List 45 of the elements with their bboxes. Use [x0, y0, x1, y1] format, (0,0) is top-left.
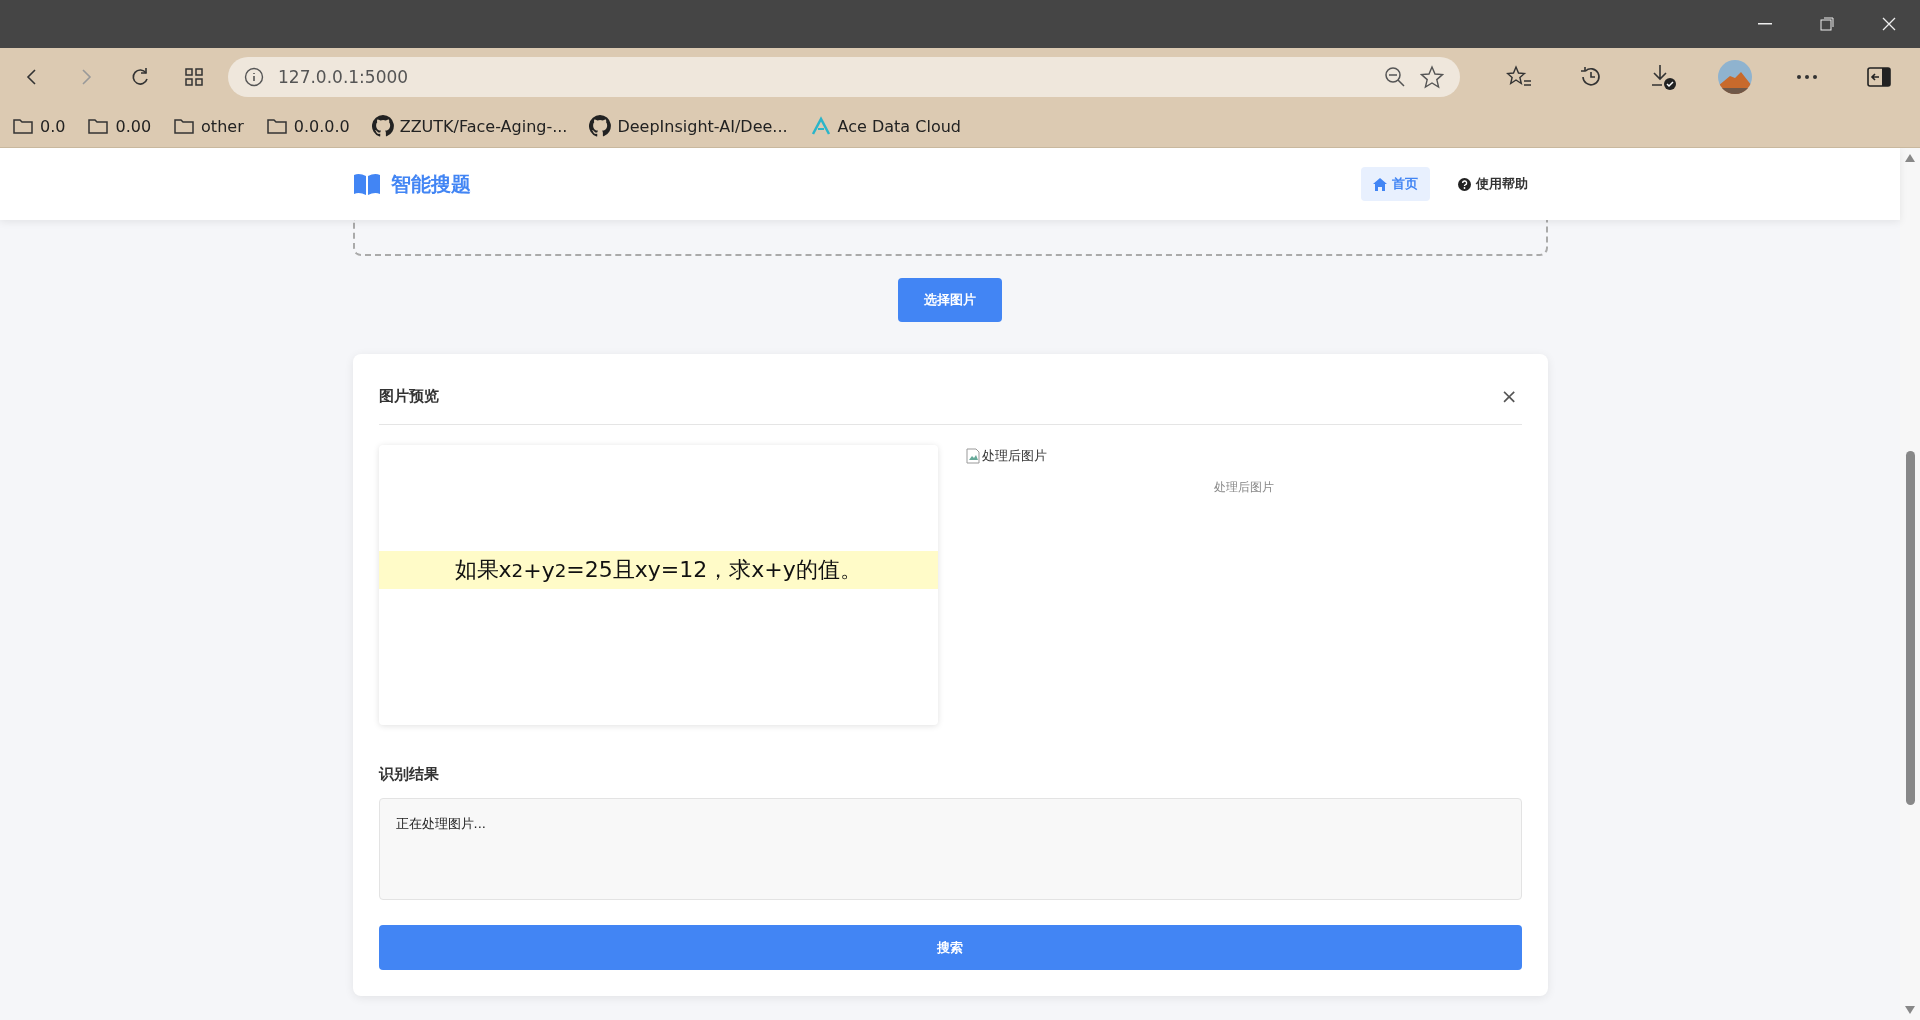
bookmark[interactable]: DeepInsight-AI/Dee... [589, 115, 788, 137]
scroll-up-icon[interactable] [1905, 154, 1915, 162]
bookmark[interactable]: 0.0.0.0 [265, 116, 350, 136]
more-icon[interactable] [1796, 73, 1818, 80]
info-icon[interactable] [244, 66, 264, 87]
section-title: 识别结果 [378, 765, 440, 784]
folder-icon [12, 116, 34, 136]
bookmark[interactable]: ZZUTK/Face-Aging-... [371, 115, 568, 137]
book-icon [352, 173, 381, 195]
restore-icon[interactable] [1820, 17, 1834, 31]
folder-icon [87, 116, 110, 136]
broken-image-icon [965, 448, 980, 464]
folder-icon [265, 116, 288, 136]
card-title: 图片预览 [378, 386, 439, 406]
help-icon [1457, 177, 1471, 191]
github-icon [371, 115, 394, 137]
scroll-down-icon[interactable] [1905, 1006, 1915, 1014]
apps-icon[interactable] [185, 67, 203, 86]
star-icon[interactable] [1420, 64, 1444, 89]
scroll-thumb[interactable] [1906, 451, 1915, 805]
refresh-icon[interactable] [130, 66, 150, 87]
folder-icon [173, 116, 196, 136]
bookmark[interactable]: Ace Data Cloud [809, 116, 961, 136]
close-icon[interactable] [1882, 17, 1896, 31]
logo-icon [809, 116, 832, 136]
home-icon [1372, 177, 1387, 191]
bookmark[interactable]: 0.0 [12, 116, 66, 136]
sidebar-icon[interactable] [1867, 66, 1891, 87]
nav-link[interactable]: 使用帮助 [1445, 167, 1540, 201]
url-text: 127.0.0.1:5000 [278, 66, 410, 87]
downloads-icon[interactable] [1649, 62, 1677, 91]
search-button[interactable]: 搜索 [378, 925, 1522, 970]
bookmark[interactable]: other [173, 116, 244, 136]
github-icon [589, 115, 612, 137]
favorites-icon[interactable] [1506, 64, 1532, 89]
image-caption: 处理后图片 [1213, 479, 1274, 496]
result-box[interactable]: 正在处理图片... [378, 798, 1522, 900]
address-bar[interactable]: 127.0.0.1:5000 [228, 56, 1460, 97]
app-title: 智能搜题 [390, 170, 471, 198]
broken-image-alt: 处理后图片 [963, 445, 1049, 467]
select-image-button[interactable]: 选择图片 [898, 278, 1002, 322]
zoom-out-icon[interactable] [1384, 65, 1406, 88]
avatar-icon[interactable] [1718, 59, 1752, 94]
bookmark[interactable]: 0.00 [87, 116, 152, 136]
close-button[interactable]: × [1496, 384, 1522, 408]
